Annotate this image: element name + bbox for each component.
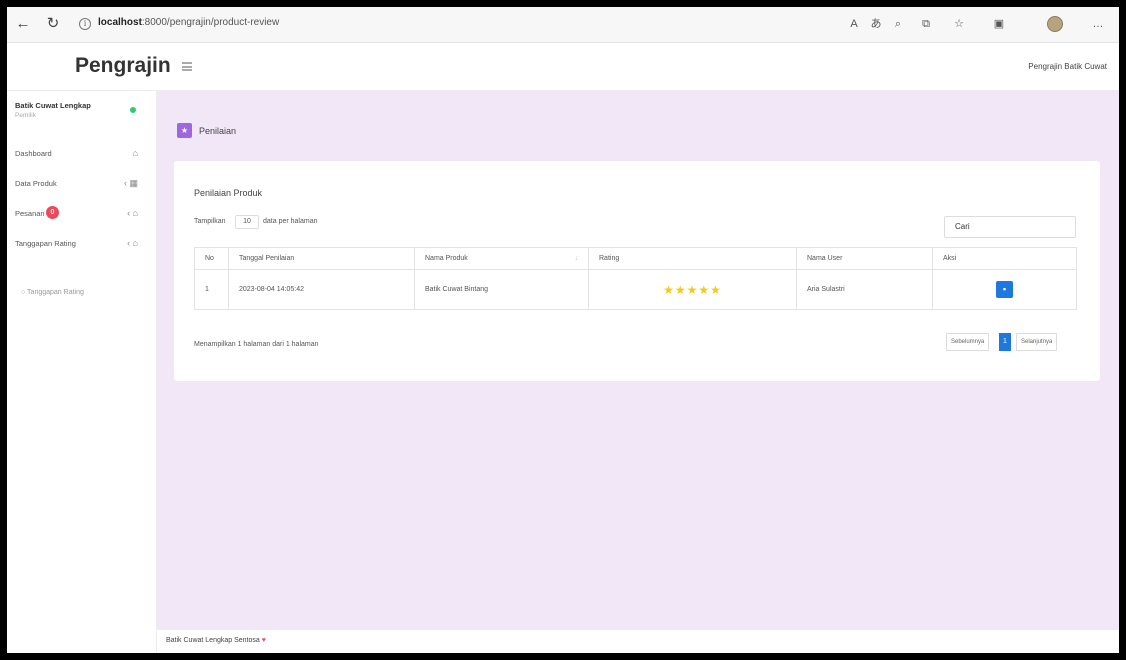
app-header: Pengrajin Pengrajin Batik Cuwat: [7, 43, 1119, 91]
sidebar: Batik Cuwat Lengkap Pemilik Dashboard ⌂ …: [7, 91, 157, 653]
collections-icon[interactable]: ▣: [992, 17, 1006, 31]
column-header-action[interactable]: Aksi: [932, 247, 1077, 270]
column-header-date[interactable]: Tanggal Penilaian: [228, 247, 415, 270]
sidebar-user-name: Batik Cuwat Lengkap: [15, 101, 91, 110]
sidebar-item-products[interactable]: Data Produk ‹ ▦: [15, 175, 150, 193]
read-aloud-icon[interactable]: A: [847, 17, 861, 31]
column-header-user[interactable]: Nama User: [796, 247, 933, 270]
sidebar-subitem-ratings[interactable]: ○ Tanggapan Rating: [21, 289, 84, 296]
heart-icon: ♥: [261, 637, 266, 644]
back-arrow-icon[interactable]: ←: [13, 14, 33, 34]
menu-toggle-icon[interactable]: [182, 62, 192, 71]
sidebar-item-label: Dashboard: [15, 149, 52, 158]
table-header-row: No Tanggal Penilaian ↓ Nama Produk Rating…: [194, 247, 1077, 270]
rating-stars: ★★★★★: [588, 269, 797, 310]
favorites-icon[interactable]: ☆: [952, 17, 966, 31]
reload-icon[interactable]: ↻: [43, 14, 63, 34]
table-info: Menampilkan 1 halaman dari 1 halaman: [194, 341, 319, 348]
translate-icon[interactable]: あ: [869, 17, 883, 31]
sidebar-user-panel: Batik Cuwat Lengkap Pemilik: [15, 101, 150, 131]
cell-date: 2023-08-04 14:05:42: [228, 269, 415, 310]
length-label: Tampilkan: [194, 218, 226, 225]
more-menu-icon[interactable]: …: [1091, 17, 1105, 31]
sidebar-item-label: Data Produk: [15, 179, 57, 188]
sidebar-item-dashboard[interactable]: Dashboard ⌂: [15, 145, 150, 163]
length-suffix: data per halaman: [263, 218, 318, 225]
cart-icon: ‹ ⌂: [127, 208, 138, 218]
extension-icon[interactable]: ⧉: [919, 17, 933, 31]
zoom-icon[interactable]: ⌕: [891, 17, 905, 31]
card-title: Penilaian Produk: [194, 188, 263, 198]
chat-icon: ‹ ⌂: [127, 238, 138, 248]
url-host: localhost: [98, 17, 142, 28]
view-review-button[interactable]: ▪: [996, 281, 1013, 298]
main-content: ★ Penilaian Penilaian Produk Tampilkan 1…: [157, 91, 1119, 629]
app-frame: ← ↻ i localhost:8000/pengrajin/product-r…: [7, 7, 1119, 653]
reviews-table: No Tanggal Penilaian ↓ Nama Produk Rating…: [194, 247, 1077, 310]
footer: Batik Cuwat Lengkap Sentosa ♥: [157, 629, 1119, 653]
sidebar-item-label: Pesanan: [15, 209, 45, 218]
pagination-prev[interactable]: Sebelumnya: [946, 333, 990, 351]
pagination-current[interactable]: 1: [999, 333, 1011, 351]
sidebar-item-ratings[interactable]: Tanggapan Rating ‹ ⌂: [15, 235, 150, 253]
brand-title: Pengrajin: [75, 54, 171, 77]
address-bar[interactable]: localhost:8000/pengrajin/product-review: [98, 17, 279, 28]
home-icon: ⌂: [132, 148, 138, 158]
site-info-icon[interactable]: i: [79, 18, 91, 30]
sidebar-subitem-label: Tanggapan Rating: [27, 289, 84, 296]
box-icon: ‹ ▦: [123, 178, 138, 188]
profile-avatar[interactable]: [1047, 16, 1063, 32]
footer-text: Batik Cuwat Lengkap Sentosa ♥: [166, 637, 266, 644]
user-menu[interactable]: Pengrajin Batik Cuwat: [1028, 62, 1107, 71]
browser-toolbar: ← ↻ i localhost:8000/pengrajin/product-r…: [7, 7, 1119, 43]
column-header-product[interactable]: ↓ Nama Produk: [414, 247, 589, 270]
cell-product: Batik Cuwat Bintang: [414, 269, 589, 310]
cell-no: 1: [194, 269, 229, 310]
sidebar-user-role: Pemilik: [15, 112, 36, 119]
column-header-no[interactable]: No: [194, 247, 229, 270]
url-path: :8000/pengrajin/product-review: [141, 17, 280, 28]
page-title: Penilaian: [199, 126, 237, 136]
column-header-rating[interactable]: Rating: [588, 247, 797, 270]
cell-action: ▪: [932, 269, 1077, 310]
page-title-icon: ★: [177, 123, 192, 138]
pagination: Sebelumnya 1 Selanjutnya: [946, 333, 1076, 351]
search-input[interactable]: Cari: [944, 216, 1076, 238]
reviews-card: Penilaian Produk Tampilkan 10 data per h…: [174, 161, 1100, 381]
orders-count-badge: 0: [46, 206, 59, 219]
pagination-next[interactable]: Selanjutnya: [1016, 333, 1058, 351]
sidebar-item-label: Tanggapan Rating: [15, 239, 76, 248]
sidebar-item-orders[interactable]: Pesanan 0 ‹ ⌂: [15, 205, 150, 223]
page-length-select[interactable]: 10: [235, 215, 259, 229]
online-status-dot: [130, 107, 136, 113]
sort-icon: ↓: [574, 255, 579, 262]
cell-user: Aria Sulastri: [796, 269, 933, 310]
table-row: 1 2023-08-04 14:05:42 Batik Cuwat Bintan…: [194, 269, 1077, 310]
